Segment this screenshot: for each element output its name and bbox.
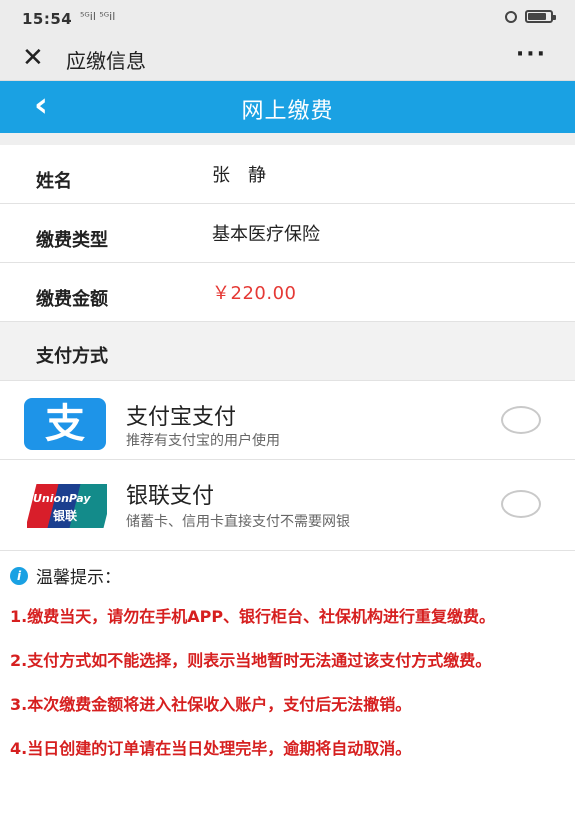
unionpay-option[interactable]: UnionPay 银联 银联支付 储蓄卡、信用卡直接支付不需要网银	[0, 460, 575, 551]
unionpay-title: 银联支付	[126, 484, 215, 509]
tip-item: 2.支付方式如不能选择，则表示当地暂时无法通过该支付方式缴费。	[10, 651, 492, 670]
spacer	[0, 133, 575, 145]
signal-icon: ⁵ᴳil ⁵ᴳil	[80, 10, 116, 23]
unionpay-radio[interactable]	[501, 490, 541, 518]
status-time: 15:54	[22, 10, 73, 28]
alipay-radio[interactable]	[501, 406, 541, 434]
alarm-icon	[505, 10, 517, 23]
tip-item: 1.缴费当天，请勿在手机APP、银行柜台、社保机构进行重复缴费。	[10, 607, 496, 626]
tips-title: 温馨提示：	[36, 568, 121, 588]
status-icons	[505, 10, 556, 23]
more-icon[interactable]: ···	[516, 42, 547, 67]
alipay-description: 推荐有支付宝的用户使用	[126, 433, 280, 449]
tip-item: 4.当日创建的订单请在当日处理完毕，逾期将自动取消。	[10, 739, 412, 758]
payment-amount-label: 缴费金额	[36, 289, 108, 310]
alipay-title: 支付宝支付	[126, 405, 237, 430]
status-bar: 15:54 ⁵ᴳil ⁵ᴳil	[0, 0, 575, 36]
wechat-page-title: 应缴信息	[66, 49, 146, 73]
payment-method-header: 支付方式	[0, 322, 575, 381]
tips-header: i 温馨提示：	[10, 563, 565, 588]
unionpay-logo-icon: UnionPay 银联	[27, 484, 107, 528]
unionpay-logo-text: UnionPay	[33, 492, 91, 505]
name-value: 张 静	[212, 165, 266, 186]
tip-item: 3.本次缴费金额将进入社保收入账户，支付后无法撤销。	[10, 695, 412, 714]
info-icon: i	[10, 566, 28, 585]
payment-amount-value: ￥220.00	[212, 283, 297, 304]
battery-icon	[525, 10, 556, 23]
close-icon[interactable]: ✕	[22, 45, 44, 71]
page-title: 网上缴费	[241, 99, 334, 124]
payment-type-label: 缴费类型	[36, 230, 108, 251]
wechat-title-bar: ✕ 应缴信息 ···	[0, 36, 575, 81]
tips-section: i 温馨提示： 1.缴费当天，请勿在手机APP、银行柜台、社保机构进行重复缴费。…	[0, 551, 575, 764]
payment-type-row: 缴费类型 基本医疗保险	[0, 204, 575, 263]
name-row: 姓名 张 静	[0, 145, 575, 204]
payment-amount-row: 缴费金额 ￥220.00	[0, 263, 575, 322]
payment-method-label: 支付方式	[36, 346, 108, 367]
name-label: 姓名	[36, 171, 72, 192]
unionpay-logo-text-cn: 银联	[53, 509, 78, 523]
alipay-option[interactable]: 支 支付宝支付 推荐有支付宝的用户使用	[0, 381, 575, 460]
app-header: ‹ 网上缴费	[0, 81, 575, 133]
alipay-logo-icon: 支	[24, 398, 106, 450]
unionpay-description: 储蓄卡、信用卡直接支付不需要网银	[126, 514, 350, 530]
payment-type-value: 基本医疗保险	[212, 224, 320, 245]
